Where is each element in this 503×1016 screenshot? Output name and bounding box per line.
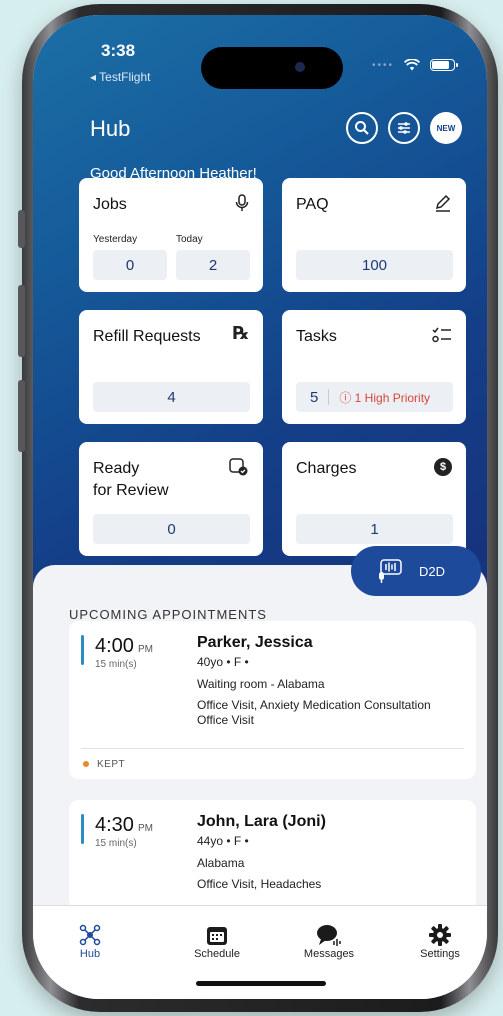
tasks-value-box: 5 ⓘ 1 High Priority (296, 382, 453, 412)
battery-icon (430, 59, 458, 71)
tasks-count: 5 (310, 388, 319, 406)
rx-icon: ℞ (232, 323, 249, 343)
today-label: Today (176, 234, 203, 245)
voice-record-icon (379, 559, 402, 583)
search-icon (355, 121, 369, 135)
status-time: 3:38 (101, 41, 136, 60)
appointment-reason: Office Visit, Headaches (197, 877, 322, 891)
jobs-tile[interactable]: Jobs Yesterday Today 0 2 (79, 178, 263, 292)
appointment-reason: Office Visit, Anxiety Medication Consult… (197, 698, 431, 727)
refill-requests-tile[interactable]: Refill Requests ℞ 4 (79, 310, 263, 424)
tasks-divider (328, 389, 330, 405)
tab-settings[interactable]: Settings (395, 920, 485, 960)
tab-hub-label: Hub (79, 948, 101, 960)
hub-icon (45, 920, 135, 948)
ready-for-review-title-line1: Ready (93, 460, 140, 477)
gear-icon (395, 920, 485, 948)
new-features-badge[interactable]: NEW (430, 112, 462, 144)
search-button[interactable] (346, 112, 378, 144)
tasks-title: Tasks (296, 328, 337, 345)
jobs-title: Jobs (93, 196, 127, 213)
sliders-icon (398, 122, 410, 134)
app-screen: 3:38 ◂ TestFlight •••• Hub NEW Good Afte… (33, 15, 487, 999)
refill-requests-title: Refill Requests (93, 328, 201, 345)
appointment-time: 4:30 PM (95, 814, 153, 836)
appointment-accent-bar (81, 814, 84, 844)
paq-title: PAQ (296, 196, 329, 213)
patient-name: John, Lara (Joni) (197, 813, 326, 830)
status-indicators: •••• (371, 59, 458, 71)
ready-for-review-tile[interactable]: Ready for Review 0 (79, 442, 263, 556)
charges-value: 1 (296, 514, 453, 544)
card-divider (81, 748, 464, 749)
tab-messages[interactable]: Messages (284, 920, 374, 960)
tab-schedule[interactable]: Schedule (172, 920, 262, 960)
refill-requests-value: 4 (93, 382, 250, 412)
upcoming-appointments-panel: UPCOMING APPOINTMENTS 4:00 PM 15 min(s) P… (33, 565, 487, 910)
patient-name: Parker, Jessica (197, 634, 313, 651)
jobs-today-value: 2 (176, 250, 250, 280)
charges-tile[interactable]: Charges $ 1 (282, 442, 466, 556)
appointment-location: Alabama (197, 856, 245, 870)
appointments-heading: UPCOMING APPOINTMENTS (69, 607, 267, 622)
paq-tile[interactable]: PAQ 100 (282, 178, 466, 292)
wifi-icon (404, 59, 420, 71)
tab-settings-label: Settings (420, 948, 460, 960)
back-to-testflight-link[interactable]: ◂ TestFlight (90, 70, 151, 84)
appointment-accent-bar (81, 635, 84, 665)
tab-hub[interactable]: Hub (45, 920, 135, 960)
appointment-location: Waiting room - Alabama (197, 677, 325, 691)
patient-demographics: 44yo • F • (197, 834, 249, 848)
charges-title: Charges (296, 460, 357, 477)
appointment-card[interactable]: 4:30 PM 15 min(s) John, Lara (Joni) 44yo … (69, 800, 476, 910)
phone-volume-up (18, 285, 25, 357)
calendar-icon (172, 920, 262, 948)
tab-messages-label: Messages (303, 948, 355, 960)
messages-icon (284, 920, 374, 948)
d2d-label: D2D (419, 563, 446, 579)
cellular-icon: •••• (371, 59, 394, 71)
pencil-icon (434, 194, 452, 217)
ready-for-review-title: Ready for Review (93, 458, 169, 502)
appointment-card[interactable]: 4:00 PM 15 min(s) Parker, Jessica 40yo • … (69, 621, 476, 779)
jobs-yesterday-value: 0 (93, 250, 167, 280)
paq-value: 100 (296, 250, 453, 280)
microphone-icon (235, 194, 249, 217)
dollar-icon: $ (434, 458, 452, 476)
checklist-icon (432, 326, 452, 349)
phone-volume-down (18, 380, 25, 452)
patient-demographics: 40yo • F • (197, 655, 249, 669)
ready-for-review-value: 0 (93, 514, 250, 544)
d2d-button[interactable]: D2D (351, 546, 481, 596)
tasks-tile[interactable]: Tasks 5 ⓘ 1 High Priority (282, 310, 466, 424)
home-indicator (196, 981, 326, 986)
appointment-duration: 15 min(s) (95, 659, 137, 670)
appointment-time: 4:00 PM (95, 635, 153, 657)
high-priority-label: ⓘ 1 High Priority (339, 390, 431, 405)
phone-mute-switch (18, 210, 25, 248)
ready-for-review-title-line2: for Review (93, 482, 169, 499)
appointment-status: KEPT (83, 759, 125, 770)
document-check-icon (229, 458, 249, 481)
dynamic-island (201, 47, 343, 89)
tab-schedule-label: Schedule (194, 948, 240, 960)
yesterday-label: Yesterday (93, 234, 138, 245)
filter-button[interactable] (388, 112, 420, 144)
status-dot-icon (83, 761, 89, 768)
appointment-duration: 15 min(s) (95, 838, 137, 849)
page-title: Hub (90, 116, 131, 141)
